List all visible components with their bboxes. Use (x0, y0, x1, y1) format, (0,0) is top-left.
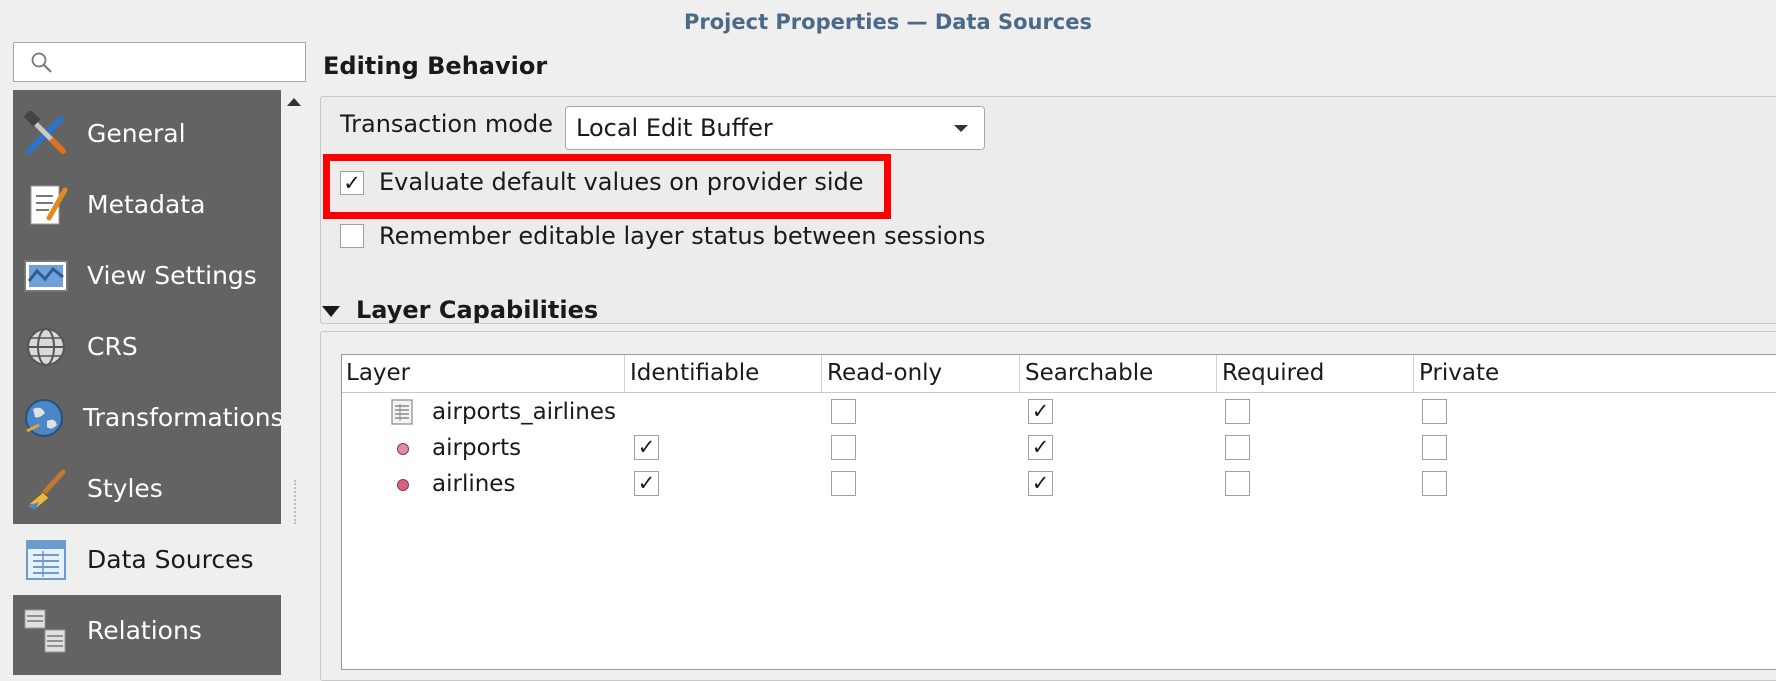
scroll-up-arrow-icon[interactable] (287, 98, 301, 106)
sidebar-item-label: View Settings (87, 261, 257, 290)
data-sources-table-icon (21, 537, 71, 583)
collapse-arrow-icon[interactable] (322, 305, 340, 317)
table-row[interactable]: airports ✓ ✓ (342, 430, 1776, 466)
search-input[interactable] (13, 42, 306, 82)
identifiable-checkbox[interactable]: ✓ (634, 435, 659, 460)
searchable-checkbox[interactable]: ✓ (1028, 435, 1053, 460)
required-checkbox[interactable] (1225, 471, 1250, 496)
editing-behavior-heading: Editing Behavior (323, 52, 548, 80)
transaction-mode-value: Local Edit Buffer (576, 114, 773, 142)
table-row[interactable]: airports_airlines ✓ (342, 394, 1776, 430)
styles-brush-icon (21, 466, 71, 512)
transaction-mode-select[interactable]: Local Edit Buffer (565, 106, 985, 150)
splitter-handle[interactable] (294, 480, 298, 524)
metadata-icon (21, 182, 71, 228)
column-header-required[interactable]: Required (1216, 355, 1413, 392)
relations-icon (21, 608, 71, 654)
remember-editable-label: Remember editable layer status between s… (379, 222, 986, 250)
search-icon (31, 52, 52, 73)
sidebar-item-label: General (87, 119, 186, 148)
layer-name: airlines (432, 471, 516, 497)
sidebar-item-metadata[interactable]: Metadata (13, 169, 281, 240)
layer-capabilities-heading[interactable]: Layer Capabilities (322, 296, 598, 324)
private-checkbox[interactable] (1422, 435, 1447, 460)
sidebar: General Metadata View Settings CRS Trans… (13, 90, 284, 675)
read-only-checkbox[interactable] (831, 399, 856, 424)
searchable-checkbox[interactable]: ✓ (1028, 399, 1053, 424)
sidebar-item-label: Metadata (87, 190, 206, 219)
identifiable-checkbox[interactable]: ✓ (634, 471, 659, 496)
sidebar-item-label: CRS (87, 332, 138, 361)
column-header-read-only[interactable]: Read-only (821, 355, 1019, 392)
sidebar-item-label: Transformations (83, 403, 284, 432)
evaluate-defaults-label: Evaluate default values on provider side (379, 168, 864, 196)
required-checkbox[interactable] (1225, 399, 1250, 424)
sidebar-item-label: Styles (87, 474, 163, 503)
sidebar-item-label: Data Sources (87, 545, 254, 574)
column-header-private[interactable]: Private (1413, 355, 1776, 392)
general-tools-icon (21, 110, 71, 157)
view-settings-icon (21, 253, 71, 299)
sidebar-item-styles[interactable]: Styles (13, 453, 281, 524)
point-layer-icon (397, 443, 409, 455)
window-title: Project Properties — Data Sources (684, 10, 1092, 34)
required-checkbox[interactable] (1225, 435, 1250, 460)
read-only-checkbox[interactable] (831, 471, 856, 496)
read-only-checkbox[interactable] (831, 435, 856, 460)
sidebar-item-relations[interactable]: Relations (13, 595, 281, 666)
table-layer-icon (391, 399, 413, 425)
dropdown-arrow-icon (954, 125, 968, 132)
remember-editable-checkbox[interactable] (340, 224, 364, 248)
sidebar-item-view-settings[interactable]: View Settings (13, 240, 281, 311)
column-header-searchable[interactable]: Searchable (1019, 355, 1216, 392)
table-row[interactable]: airlines ✓ ✓ (342, 466, 1776, 502)
sidebar-item-data-sources[interactable]: Data Sources (13, 524, 281, 595)
searchable-checkbox[interactable]: ✓ (1028, 471, 1053, 496)
crs-globe-icon (21, 324, 71, 370)
sidebar-item-transformations[interactable]: Transformations (13, 382, 284, 453)
sidebar-item-crs[interactable]: CRS (13, 311, 281, 382)
private-checkbox[interactable] (1422, 399, 1447, 424)
layer-name: airports (432, 435, 522, 461)
sidebar-item-general[interactable]: General (13, 98, 281, 169)
layer-capabilities-table: Layer Identifiable Read-only Searchable … (341, 354, 1776, 670)
transformations-globe-icon (21, 395, 67, 441)
main-panel: Editing Behavior Transaction mode Local … (320, 44, 1776, 681)
transaction-mode-label: Transaction mode (340, 110, 553, 138)
layer-name: airports_airlines (432, 399, 616, 425)
private-checkbox[interactable] (1422, 471, 1447, 496)
sidebar-item-label: Relations (87, 616, 202, 645)
point-layer-icon (397, 479, 409, 491)
sidebar-scrollbar[interactable] (281, 90, 309, 675)
column-header-identifiable[interactable]: Identifiable (624, 355, 821, 392)
evaluate-defaults-checkbox[interactable]: ✓ (340, 171, 364, 195)
layer-capabilities-title: Layer Capabilities (356, 296, 599, 324)
table-header: Layer Identifiable Read-only Searchable … (342, 355, 1776, 393)
column-header-layer[interactable]: Layer (342, 355, 624, 392)
